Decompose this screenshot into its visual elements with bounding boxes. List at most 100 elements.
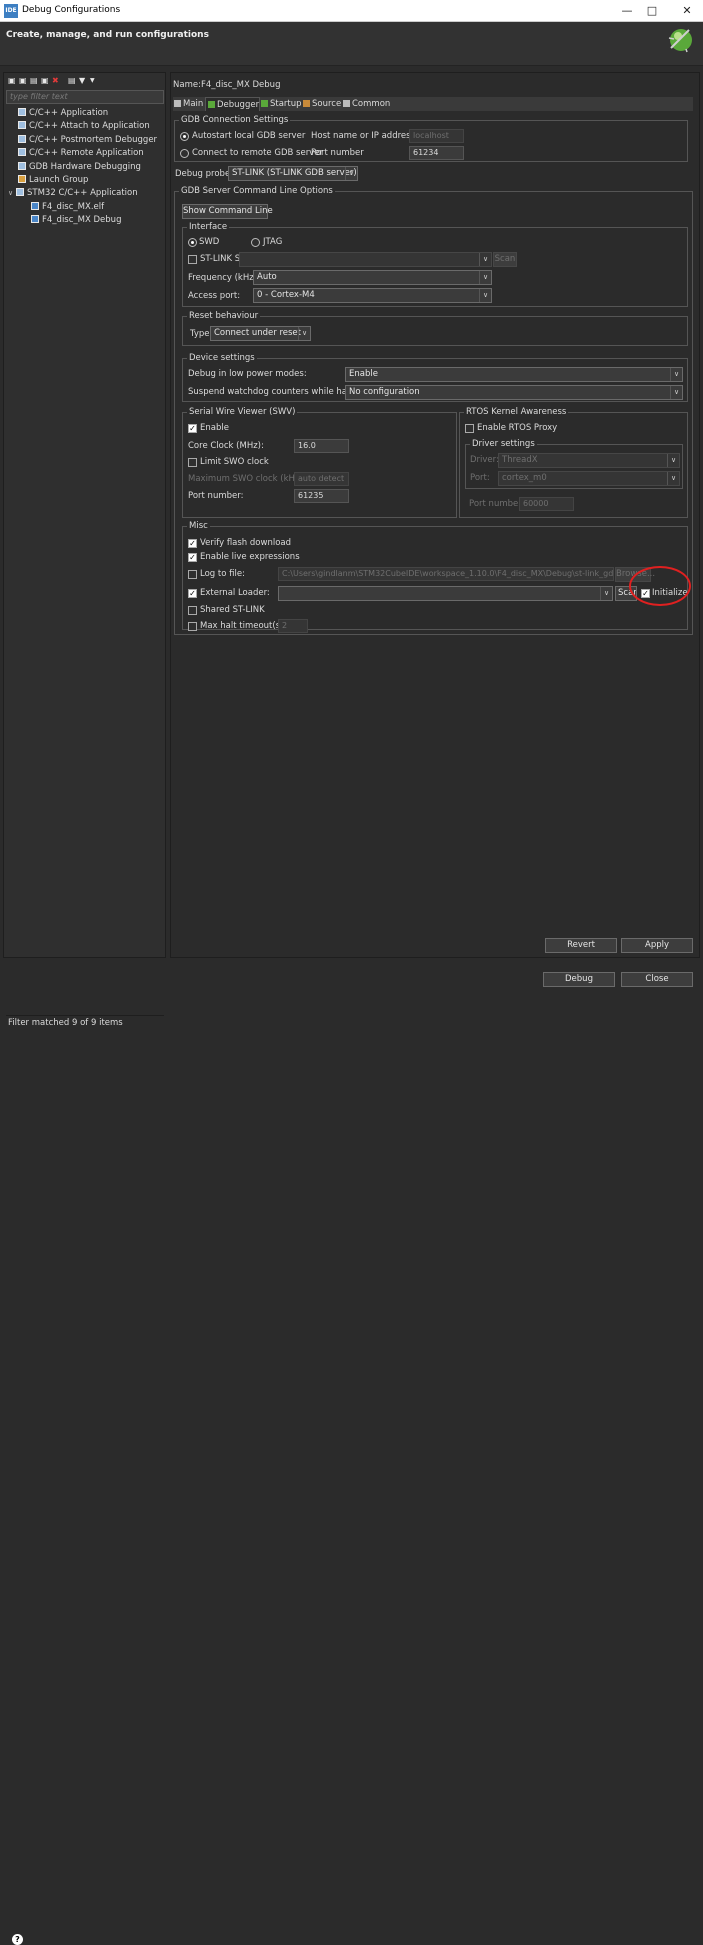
jtag-radio[interactable] xyxy=(251,238,260,247)
probe-label: Debug probe xyxy=(175,169,231,179)
tree-item-cpp-application[interactable]: C/C++ Application xyxy=(18,107,108,120)
debugger-tab-icon xyxy=(208,101,215,108)
shared-stlink-checkbox[interactable] xyxy=(188,606,197,615)
chevron-down-icon: ∨ xyxy=(479,253,491,266)
swd-radio[interactable] xyxy=(188,238,197,247)
port-label: Port number xyxy=(311,148,364,158)
export-icon[interactable]: ▤ xyxy=(30,77,38,85)
swv-enable-checkbox[interactable]: ✓ xyxy=(188,424,197,433)
swv-port-input[interactable]: 61235 xyxy=(294,489,349,503)
tree-item-cpp-attach[interactable]: C/C++ Attach to Application xyxy=(18,120,150,133)
low-power-select[interactable]: Enable ∨ xyxy=(345,367,683,382)
show-command-line-button[interactable]: Show Command Line xyxy=(182,204,273,219)
connect-remote-label: Connect to remote GDB server xyxy=(192,148,323,158)
live-expressions-label: Enable live expressions xyxy=(200,552,300,562)
maximize-icon[interactable]: □ xyxy=(641,3,663,19)
reset-type-select[interactable]: Connect under reset ∨ xyxy=(210,326,311,341)
source-tab-icon xyxy=(303,100,310,107)
tab-main[interactable]: Main xyxy=(173,97,205,111)
tree-item-cpp-postmortem[interactable]: C/C++ Postmortem Debugger xyxy=(18,134,157,147)
rtos-proxy-checkbox[interactable] xyxy=(465,424,474,433)
tab-debugger[interactable]: Debugger xyxy=(205,97,260,111)
limit-swo-checkbox[interactable] xyxy=(188,458,197,467)
tree-item-launch-group[interactable]: Launch Group xyxy=(18,174,88,187)
help-icon[interactable]: ? xyxy=(12,1934,23,1945)
startup-tab-icon xyxy=(261,100,268,107)
gdb-port-input[interactable]: 61234 xyxy=(409,146,464,160)
dialog-header: Create, manage, and run configurations xyxy=(0,22,703,66)
debug-logo-icon xyxy=(668,29,692,53)
chevron-down-icon: ∨ xyxy=(479,271,491,284)
max-halt-input[interactable]: 2 xyxy=(278,619,308,633)
core-clock-input[interactable]: 16.0 xyxy=(294,439,349,453)
external-loader-checkbox[interactable]: ✓ xyxy=(188,589,197,598)
stlink-sn-select[interactable]: ∨ xyxy=(239,252,492,267)
driver-label: Driver: xyxy=(470,455,499,465)
host-input[interactable]: localhost xyxy=(409,129,464,143)
max-halt-checkbox[interactable] xyxy=(188,622,197,631)
log-file-input[interactable]: C:\Users\gindlanm\STM32CubeIDE\workspace… xyxy=(278,567,614,581)
new-config-icon[interactable]: ▣ xyxy=(8,77,16,85)
log-to-file-label: Log to file: xyxy=(200,569,245,579)
apply-button[interactable]: Apply xyxy=(621,938,693,953)
tree-item-f4-elf[interactable]: F4_disc_MX.elf xyxy=(31,201,104,214)
view-menu-icon[interactable]: ▼ xyxy=(90,77,98,85)
tree-item-gdb-hardware[interactable]: GDB Hardware Debugging xyxy=(18,161,141,174)
main-tab-icon xyxy=(174,100,181,107)
external-loader-select[interactable]: ∨ xyxy=(278,586,613,601)
tab-startup[interactable]: Startup xyxy=(260,97,302,111)
connect-remote-radio[interactable] xyxy=(180,149,189,158)
rtos-port-number-input[interactable]: 60000 xyxy=(519,497,574,511)
expand-chevron-icon[interactable]: ∨ xyxy=(8,187,16,200)
gdb-server-options-group: GDB Server Command Line Options Show Com… xyxy=(174,185,693,635)
low-power-label: Debug in low power modes: xyxy=(188,369,307,379)
config-type-icon xyxy=(18,121,26,129)
config-name-value[interactable]: F4_disc_MX Debug xyxy=(201,79,280,91)
close-window-icon[interactable]: ✕ xyxy=(676,3,698,19)
verify-flash-label: Verify flash download xyxy=(200,538,291,548)
access-port-select[interactable]: 0 - Cortex-M4 ∨ xyxy=(253,288,492,303)
stlink-sn-checkbox[interactable] xyxy=(188,255,197,264)
stlink-scan-button[interactable]: Scan xyxy=(493,252,517,267)
log-to-file-checkbox[interactable] xyxy=(188,570,197,579)
config-type-icon xyxy=(18,135,26,143)
gdb-connection-group: GDB Connection Settings Autostart local … xyxy=(174,114,688,162)
filter-input[interactable]: type filter text xyxy=(6,90,164,104)
config-icon xyxy=(31,215,39,223)
swv-enable-label: Enable xyxy=(200,423,229,433)
config-type-icon xyxy=(18,108,26,116)
live-expressions-checkbox[interactable]: ✓ xyxy=(188,553,197,562)
minimize-icon[interactable]: — xyxy=(616,3,638,19)
verify-flash-checkbox[interactable]: ✓ xyxy=(188,539,197,548)
probe-select[interactable]: ST-LINK (ST-LINK GDB server) ∨ xyxy=(228,166,358,181)
driver-select[interactable]: ThreadX ∨ xyxy=(498,453,680,468)
configuration-editor: Name: F4_disc_MX Debug Main Debugger Sta… xyxy=(170,72,700,958)
rtos-port-select[interactable]: cortex_m0 ∨ xyxy=(498,471,680,486)
max-swo-input[interactable]: auto detect xyxy=(294,472,349,486)
swv-group: Serial Wire Viewer (SWV) ✓ Enable Core C… xyxy=(182,406,457,518)
tree-item-cpp-remote[interactable]: C/C++ Remote Application xyxy=(18,147,144,160)
revert-button[interactable]: Revert xyxy=(545,938,617,953)
dialog-header-title: Create, manage, and run configurations xyxy=(6,30,209,40)
autostart-label: Autostart local GDB server xyxy=(192,131,306,141)
chevron-down-icon: ∨ xyxy=(345,167,357,180)
tree-item-stm32-application[interactable]: ∨ STM32 C/C++ Application xyxy=(8,187,138,200)
reset-behaviour-group: Reset behaviour Type: Connect under rese… xyxy=(182,310,688,346)
device-settings-title: Device settings xyxy=(187,352,257,364)
chevron-down-icon: ∨ xyxy=(670,368,682,381)
filter-icon[interactable]: ▼ xyxy=(79,77,87,85)
collapse-all-icon[interactable]: ▤ xyxy=(68,77,76,85)
duplicate-icon[interactable]: ▣ xyxy=(41,77,49,85)
chevron-down-icon: ∨ xyxy=(600,587,612,600)
tree-item-f4-debug[interactable]: F4_disc_MX Debug xyxy=(31,214,121,227)
debug-button[interactable]: Debug xyxy=(543,972,615,987)
window-title: Debug Configurations xyxy=(22,5,121,15)
close-button[interactable]: Close xyxy=(621,972,693,987)
tab-common[interactable]: Common xyxy=(342,97,392,111)
frequency-select[interactable]: Auto ∨ xyxy=(253,270,492,285)
new-prototype-icon[interactable]: ▣ xyxy=(19,77,27,85)
tab-source[interactable]: Source xyxy=(302,97,342,111)
delete-icon[interactable]: ✖ xyxy=(52,77,60,85)
watchdog-select[interactable]: No configuration ∨ xyxy=(345,385,683,400)
autostart-radio[interactable] xyxy=(180,132,189,141)
